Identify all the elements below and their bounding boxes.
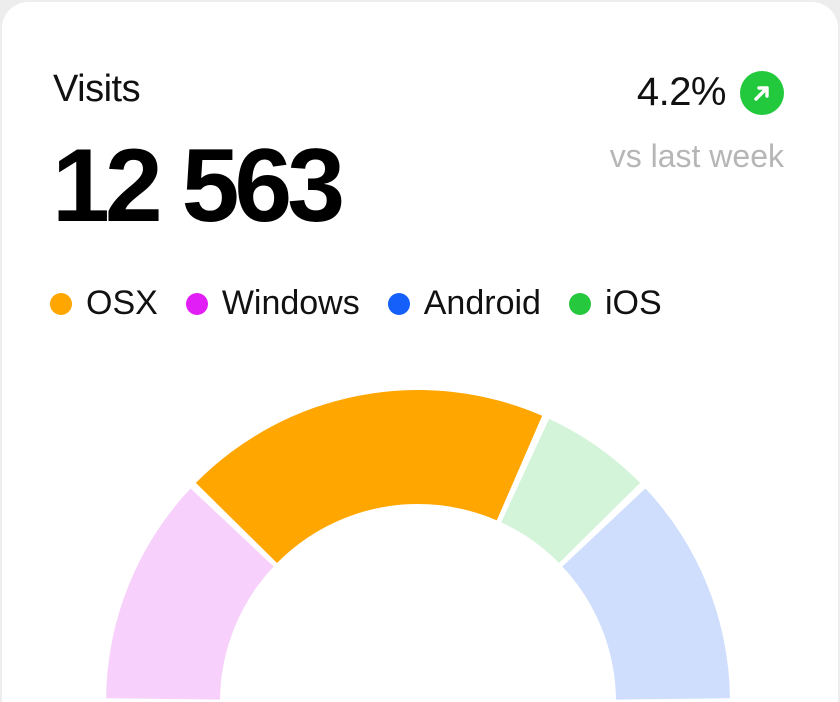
visits-card: Visits 12 563 4.2% vs last week OSX Windo… [2, 2, 838, 702]
half-donut-chart [106, 390, 730, 700]
slice-osx[interactable] [195, 390, 543, 563]
